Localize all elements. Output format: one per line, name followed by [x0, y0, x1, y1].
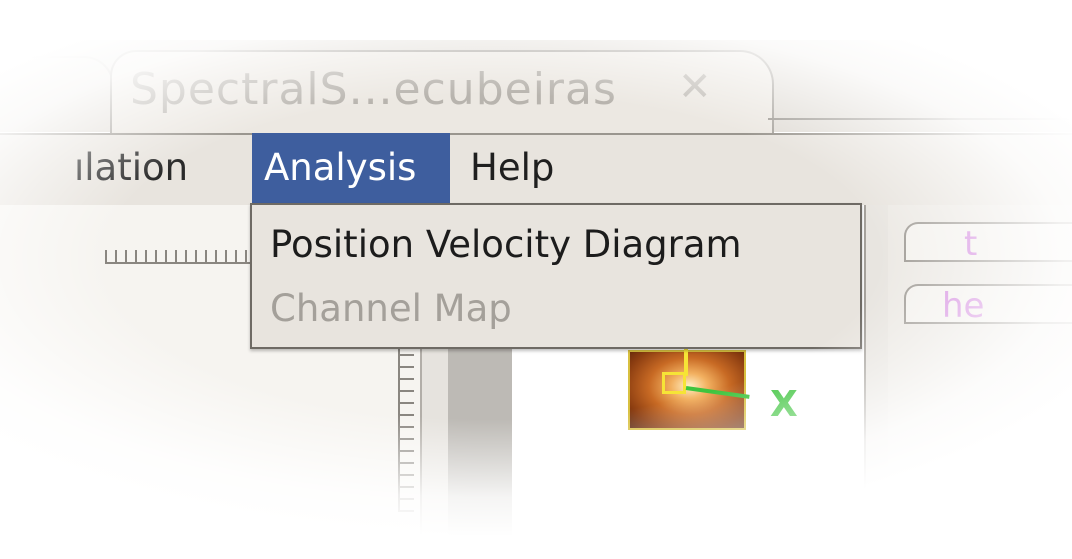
- tab-close-icon[interactable]: ✕: [678, 64, 712, 110]
- panel-divider[interactable]: [864, 205, 890, 559]
- horizontal-ruler: [105, 250, 255, 264]
- menu-analysis[interactable]: Analysis: [252, 133, 450, 203]
- tab-divider: [768, 118, 1072, 120]
- menu-manipulation[interactable]: ılation: [74, 133, 188, 203]
- scrollbar-thumb[interactable]: [448, 340, 512, 559]
- right-panel-tab-1[interactable]: t: [904, 222, 1072, 264]
- region-marker-icon[interactable]: [662, 372, 686, 394]
- tab-previous[interactable]: [0, 56, 114, 130]
- menu-item-position-velocity-diagram[interactable]: Position Velocity Diagram: [270, 223, 742, 266]
- right-panel-tab-2[interactable]: he: [904, 284, 1072, 326]
- menu-help[interactable]: Help: [470, 133, 554, 203]
- marker-label: X: [770, 384, 798, 425]
- analysis-dropdown-menu: Position Velocity Diagram Channel Map: [250, 203, 862, 349]
- menu-item-channel-map: Channel Map: [270, 287, 512, 330]
- tab-title: SpectralS...ecubeiras: [130, 64, 617, 115]
- app-window: SpectralS...ecubeiras ✕ ılation Analysis…: [0, 0, 1072, 559]
- vertical-ruler: [398, 342, 414, 512]
